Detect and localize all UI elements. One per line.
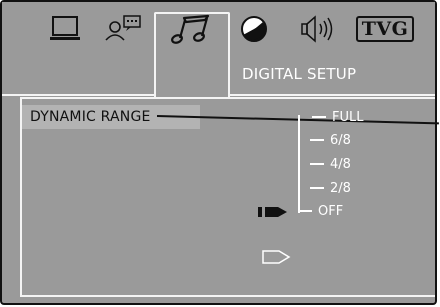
tvg-icon: TVG (355, 16, 415, 42)
osd-frame: TVG DIGITAL SETUP DYNAMIC RANGE FULL 6/8… (0, 0, 439, 305)
page-title: DIGITAL SETUP (242, 65, 357, 83)
half-circle-icon (239, 14, 269, 44)
option-tick (310, 163, 324, 165)
filled-arrow-icon (256, 204, 290, 224)
monitor-icon (48, 15, 84, 43)
option-tick (310, 139, 324, 141)
option-off[interactable]: OFF (298, 201, 343, 221)
option-2-8[interactable]: 2/8 (298, 178, 351, 198)
option-label: 4/8 (330, 156, 351, 172)
header-divider (228, 94, 435, 96)
tab-general[interactable] (46, 10, 86, 48)
option-tick (310, 187, 324, 189)
option-tick (312, 116, 326, 118)
active-tab-outline (154, 12, 230, 98)
outline-arrow-icon (260, 249, 292, 269)
tab-video[interactable] (234, 10, 274, 48)
option-label: FULL (332, 109, 364, 125)
tab-rating[interactable]: TVG (354, 10, 416, 48)
header-divider-left (2, 94, 156, 96)
tab-speaker[interactable] (296, 10, 346, 48)
option-full[interactable]: FULL (298, 107, 363, 127)
option-6-8[interactable]: 6/8 (298, 130, 351, 150)
next-marker (260, 249, 292, 269)
option-label: OFF (318, 203, 344, 219)
tvg-label: TVG (361, 18, 409, 40)
option-4-8[interactable]: 4/8 (298, 154, 351, 174)
current-selection-marker (256, 204, 290, 224)
person-speech-icon (104, 14, 144, 44)
option-label: 6/8 (330, 132, 351, 148)
speaker-icon (298, 14, 344, 44)
menu-item-label: DYNAMIC RANGE (30, 109, 151, 125)
option-label: 2/8 (330, 180, 351, 196)
tab-language[interactable] (102, 10, 146, 48)
option-tick (298, 210, 312, 212)
